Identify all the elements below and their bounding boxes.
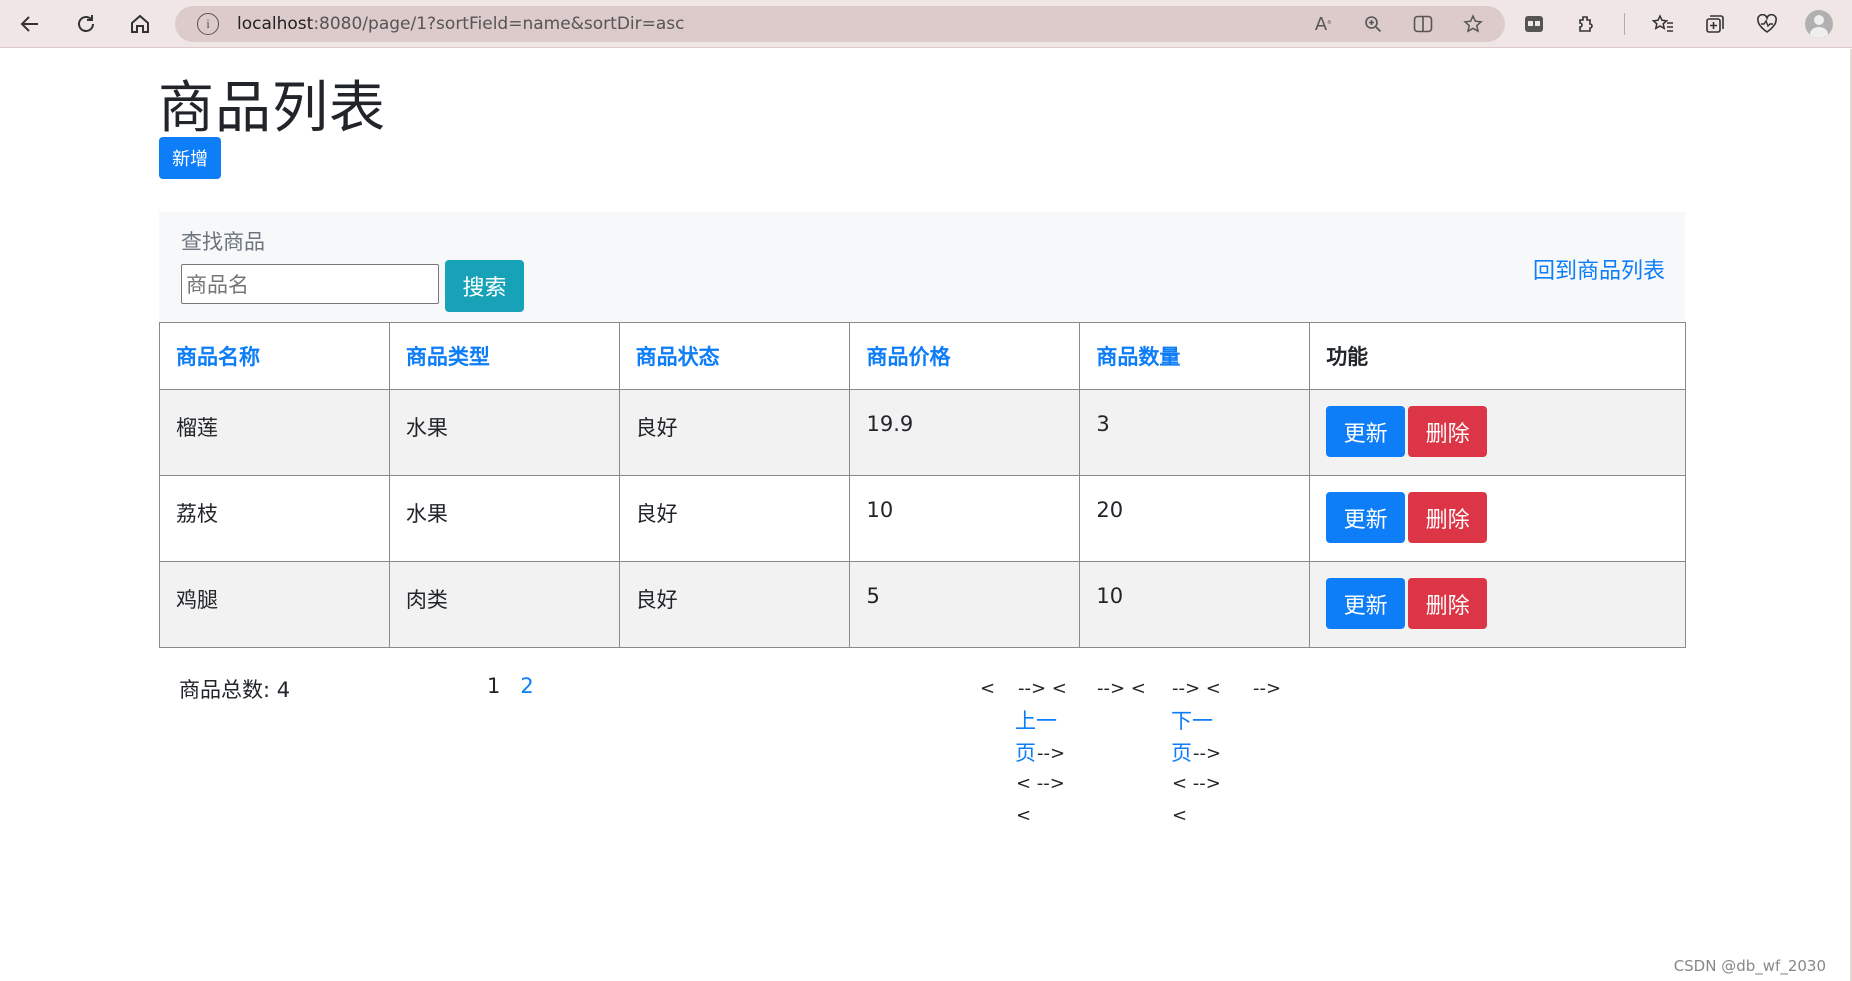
table-header-row: 商品名称 商品类型 商品状态 商品价格 商品数量 功能	[159, 322, 1686, 390]
table-row: 荔枝 水果 良好 10 20 更新 删除	[159, 475, 1686, 562]
next-page-link-cont[interactable]: 页	[1171, 737, 1192, 769]
browser-toolbar: i localhost:8080/page/1?sortField=name&s…	[0, 0, 1852, 48]
header-price[interactable]: 商品价格	[849, 322, 1081, 390]
cell-status: 良好	[618, 475, 851, 562]
cell-quantity: 20	[1079, 475, 1311, 562]
cell-actions: 更新 删除	[1309, 475, 1686, 562]
cell-type: 水果	[388, 475, 620, 562]
header-type[interactable]: 商品类型	[388, 322, 620, 390]
page-current: 1	[487, 674, 501, 698]
header-name[interactable]: 商品名称	[159, 322, 390, 390]
add-button[interactable]: 新增	[159, 137, 221, 179]
cell-quantity: 3	[1079, 389, 1311, 476]
total-count: 商品总数: 4	[179, 678, 291, 702]
pager-fragment: --> <	[1172, 678, 1221, 699]
url-text: localhost:8080/page/1?sortField=name&sor…	[237, 14, 685, 34]
back-icon[interactable]	[14, 8, 46, 40]
pager-fragment: <	[1172, 805, 1188, 826]
page-content: 商品列表 新增 查找商品 商品名 搜索 回到商品列表 商品名称 商品类型 商品状…	[0, 49, 1852, 981]
delete-button[interactable]: 删除	[1408, 406, 1488, 457]
pager-fragment: --> <	[1097, 678, 1146, 699]
table-row: 榴莲 水果 良好 19.9 3 更新 删除	[159, 389, 1686, 476]
cell-type: 肉类	[388, 561, 620, 648]
prev-page-link[interactable]: 上一	[1015, 705, 1057, 737]
delete-button[interactable]: 删除	[1408, 578, 1488, 629]
pager-fragment: < -->	[1172, 773, 1221, 794]
header-actions: 功能	[1309, 322, 1686, 390]
pager-fragment: -->	[1253, 678, 1282, 699]
health-icon[interactable]	[1753, 12, 1781, 36]
cell-quantity: 10	[1079, 561, 1311, 648]
search-input[interactable]: 商品名	[181, 264, 439, 304]
cell-price: 5	[849, 561, 1081, 648]
collections-icon[interactable]	[1701, 12, 1729, 36]
update-button[interactable]: 更新	[1326, 406, 1406, 457]
next-page-link[interactable]: 下一	[1171, 705, 1213, 737]
cell-actions: 更新 删除	[1309, 389, 1686, 476]
search-label: 查找商品	[181, 230, 265, 254]
pager-fragment: -->	[1193, 743, 1222, 764]
extensions-icon[interactable]	[1572, 12, 1600, 36]
back-to-list-link[interactable]: 回到商品列表	[1533, 253, 1665, 285]
page-title: 商品列表	[158, 76, 386, 141]
home-icon[interactable]	[124, 8, 156, 40]
update-button[interactable]: 更新	[1326, 492, 1406, 543]
cell-name: 榴莲	[159, 389, 390, 476]
workspaces-icon[interactable]	[1520, 12, 1548, 36]
cell-status: 良好	[618, 561, 851, 648]
header-status[interactable]: 商品状态	[618, 322, 851, 390]
zoom-icon[interactable]	[1359, 12, 1387, 36]
pager-fragment: < -->	[1016, 773, 1065, 794]
cell-actions: 更新 删除	[1309, 561, 1686, 648]
header-quantity[interactable]: 商品数量	[1079, 322, 1311, 390]
address-bar[interactable]: i localhost:8080/page/1?sortField=name&s…	[175, 6, 1505, 42]
cell-type: 水果	[388, 389, 620, 476]
cell-price: 10	[849, 475, 1081, 562]
favorite-star-icon[interactable]	[1459, 12, 1487, 36]
delete-button[interactable]: 删除	[1408, 492, 1488, 543]
search-button[interactable]: 搜索	[445, 260, 524, 312]
pager-fragment: -->	[1037, 743, 1066, 764]
page-link-2[interactable]: 2	[520, 674, 533, 698]
read-aloud-icon[interactable]: Aᵃ	[1309, 12, 1337, 36]
update-button[interactable]: 更新	[1326, 578, 1406, 629]
goods-table: 商品名称 商品类型 商品状态 商品价格 商品数量 功能 榴莲 水果 良好 19.…	[159, 322, 1686, 648]
search-panel: 查找商品 商品名 搜索 回到商品列表	[159, 212, 1685, 322]
prev-page-link-cont[interactable]: 页	[1015, 737, 1036, 769]
table-row: 鸡腿 肉类 良好 5 10 更新 删除	[159, 561, 1686, 648]
watermark: CSDN @db_wf_2030	[1673, 957, 1826, 975]
cell-name: 鸡腿	[159, 561, 390, 648]
cell-status: 良好	[618, 389, 851, 476]
site-info-icon[interactable]: i	[197, 13, 219, 35]
pager-fragment: <	[1016, 805, 1032, 826]
profile-icon[interactable]	[1805, 10, 1833, 38]
refresh-icon[interactable]	[70, 8, 102, 40]
cell-price: 19.9	[849, 389, 1081, 476]
favorites-icon[interactable]	[1649, 12, 1677, 36]
pager-fragment: < --> <	[980, 678, 1067, 699]
cell-name: 荔枝	[159, 475, 390, 562]
split-screen-icon[interactable]	[1409, 12, 1437, 36]
page-numbers: 1 2	[487, 674, 534, 698]
toolbar-divider	[1624, 13, 1625, 35]
